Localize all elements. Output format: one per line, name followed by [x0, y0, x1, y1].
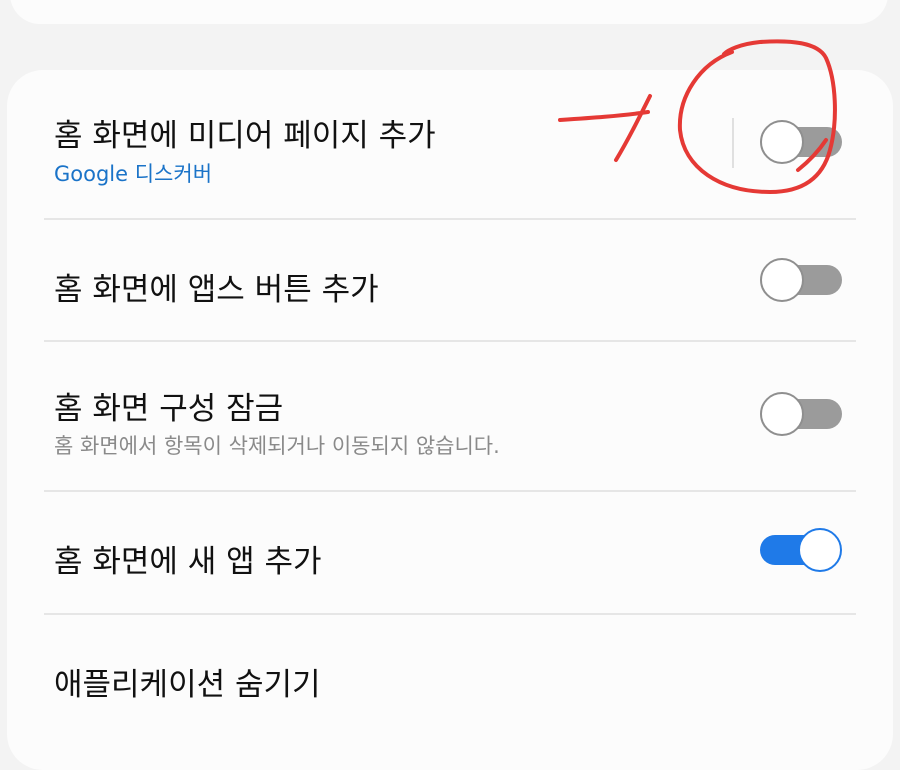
toggle-knob — [760, 392, 804, 436]
setting-subtitle-link[interactable]: Google 디스커버 — [54, 158, 212, 188]
new-apps-toggle[interactable] — [760, 528, 842, 572]
layout-lock-toggle[interactable] — [760, 392, 842, 436]
setting-row-apps-button[interactable]: 홈 화면에 앱스 버튼 추가 — [7, 220, 893, 340]
previous-settings-card — [10, 0, 888, 24]
vertical-separator — [732, 118, 734, 168]
toggle-knob — [760, 258, 804, 302]
setting-subtitle: 홈 화면에서 항목이 삭제되거나 이동되지 않습니다. — [54, 434, 500, 458]
setting-title: 홈 화면 구성 잠금 — [54, 391, 284, 427]
toggle-knob — [798, 528, 842, 572]
setting-title: 홈 화면에 앱스 버튼 추가 — [54, 272, 379, 308]
setting-row-layout-lock[interactable]: 홈 화면 구성 잠금 홈 화면에서 항목이 삭제되거나 이동되지 않습니다. — [7, 342, 893, 490]
setting-row-hide-apps[interactable]: 애플리케이션 숨기기 — [7, 615, 893, 735]
setting-title: 홈 화면에 새 앱 추가 — [54, 544, 322, 580]
setting-row-media-page[interactable]: 홈 화면에 미디어 페이지 추가 Google 디스커버 — [7, 70, 893, 220]
apps-button-toggle[interactable] — [760, 258, 842, 302]
settings-card: 홈 화면에 미디어 페이지 추가 Google 디스커버 홈 화면에 앱스 버튼… — [7, 70, 893, 770]
media-page-toggle[interactable] — [760, 120, 842, 164]
setting-title: 홈 화면에 미디어 페이지 추가 — [54, 118, 436, 154]
toggle-knob — [760, 120, 804, 164]
setting-row-new-apps[interactable]: 홈 화면에 새 앱 추가 — [7, 492, 893, 612]
setting-title: 애플리케이션 숨기기 — [54, 667, 321, 703]
